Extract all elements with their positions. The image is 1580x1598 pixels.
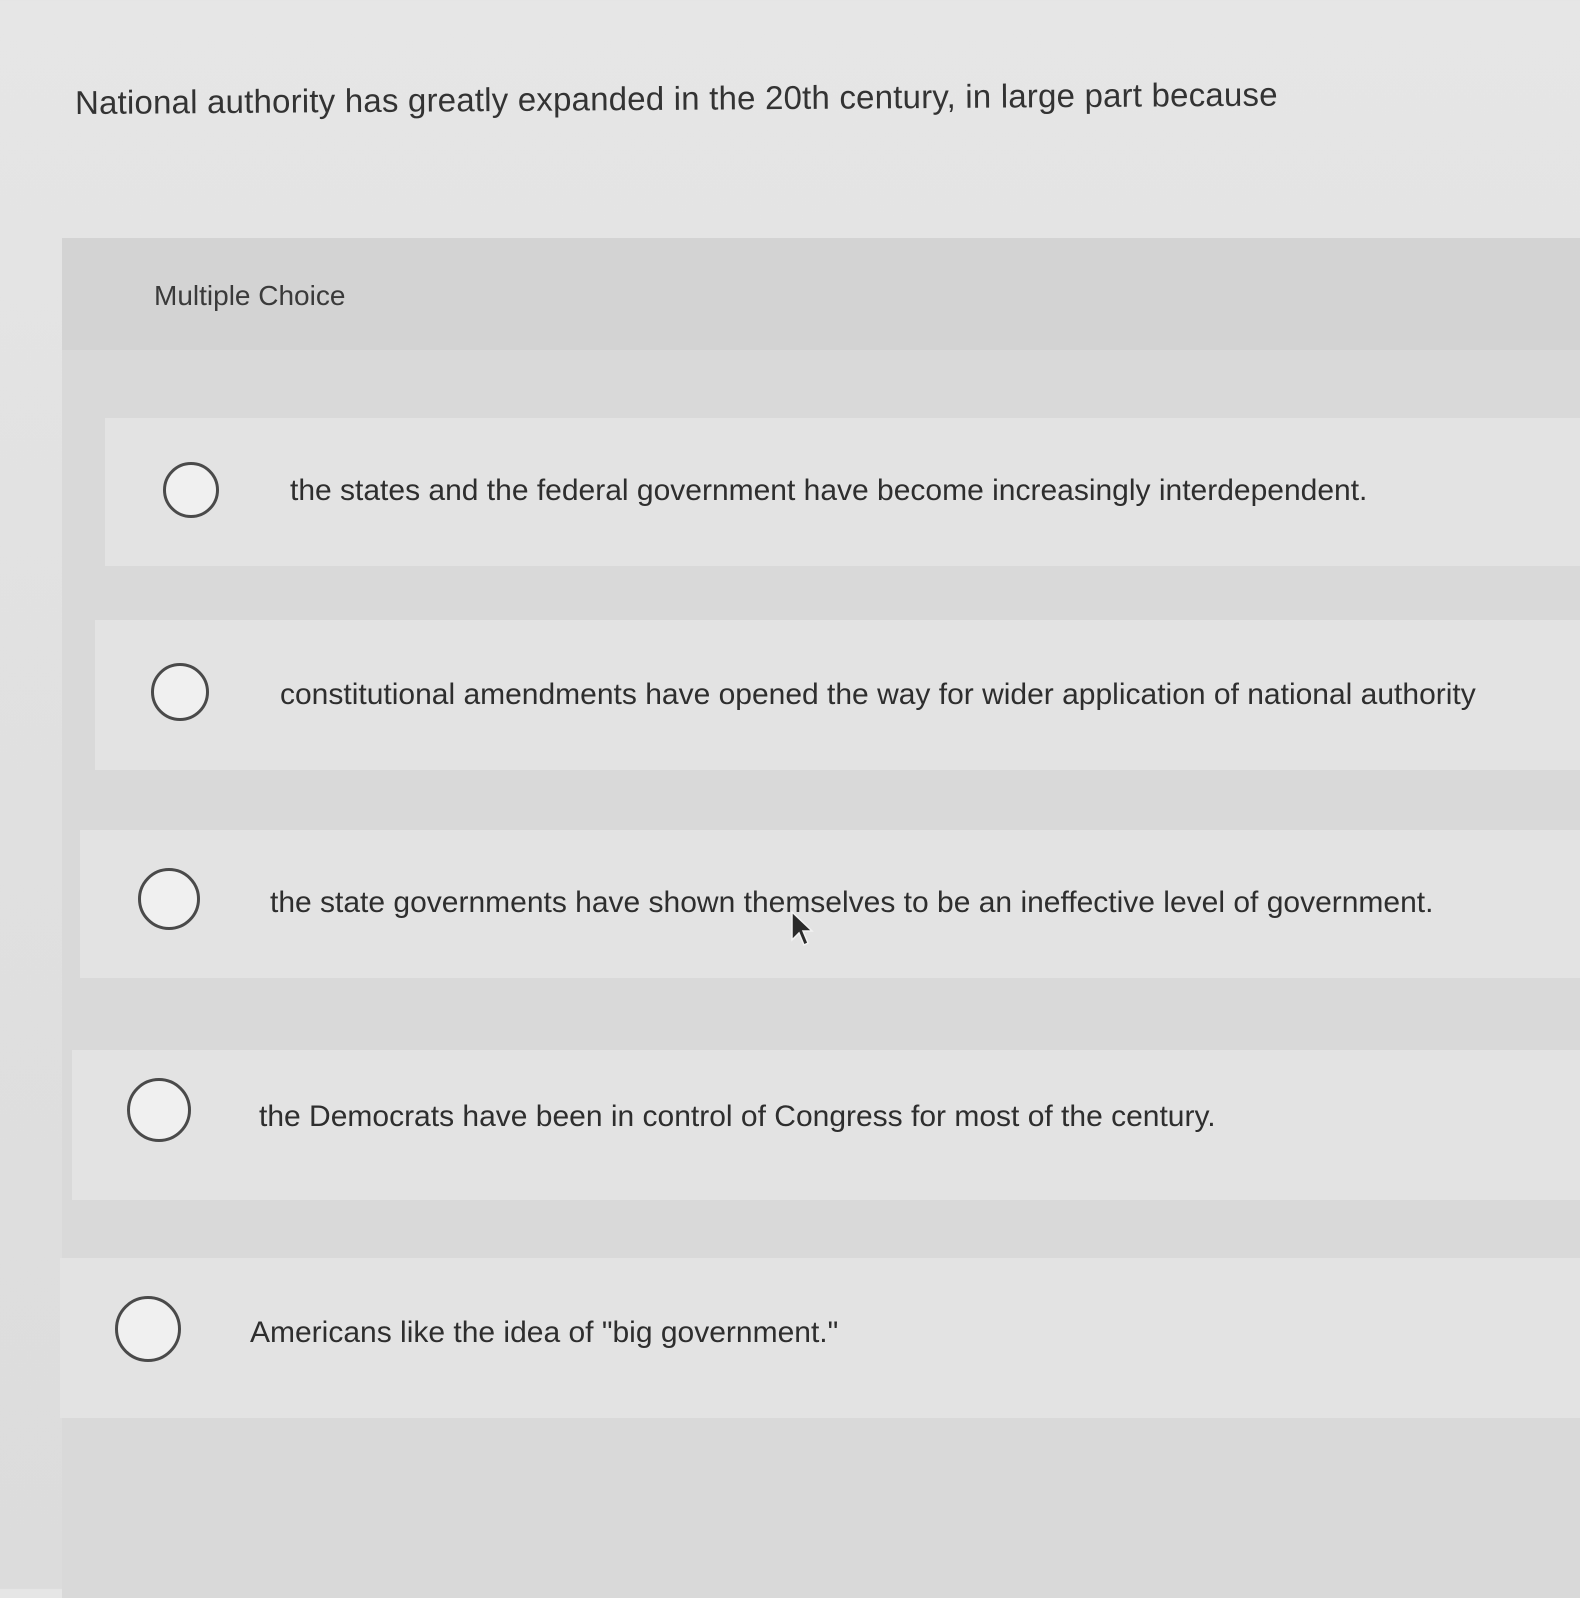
answer-option-4-text: the Democrats have been in control of Co… bbox=[259, 1100, 1216, 1133]
answer-option-5-text: Americans like the idea of "big governme… bbox=[250, 1316, 839, 1349]
radio-button-5[interactable] bbox=[115, 1296, 181, 1362]
answer-option-1-text: the states and the federal government ha… bbox=[290, 474, 1368, 507]
radio-button-2[interactable] bbox=[151, 663, 209, 721]
mouse-pointer-icon bbox=[790, 910, 814, 948]
answer-option-5[interactable]: Americans like the idea of "big governme… bbox=[60, 1258, 1580, 1418]
answer-option-3-text: the state governments have shown themsel… bbox=[270, 886, 1434, 919]
radio-button-4[interactable] bbox=[127, 1078, 191, 1142]
question-text: National authority has greatly expanded … bbox=[74, 75, 1278, 121]
answer-option-3[interactable]: the state governments have shown themsel… bbox=[80, 830, 1580, 978]
answer-option-1[interactable]: the states and the federal government ha… bbox=[105, 418, 1580, 566]
answer-option-2-text: constitutional amendments have opened th… bbox=[280, 678, 1476, 711]
multiple-choice-header: Multiple Choice bbox=[62, 238, 1580, 350]
radio-button-1[interactable] bbox=[163, 462, 219, 518]
answer-option-4[interactable]: the Democrats have been in control of Co… bbox=[72, 1050, 1580, 1200]
multiple-choice-label: Multiple Choice bbox=[154, 280, 346, 311]
answer-option-2[interactable]: constitutional amendments have opened th… bbox=[95, 620, 1580, 770]
radio-button-3[interactable] bbox=[138, 868, 200, 930]
